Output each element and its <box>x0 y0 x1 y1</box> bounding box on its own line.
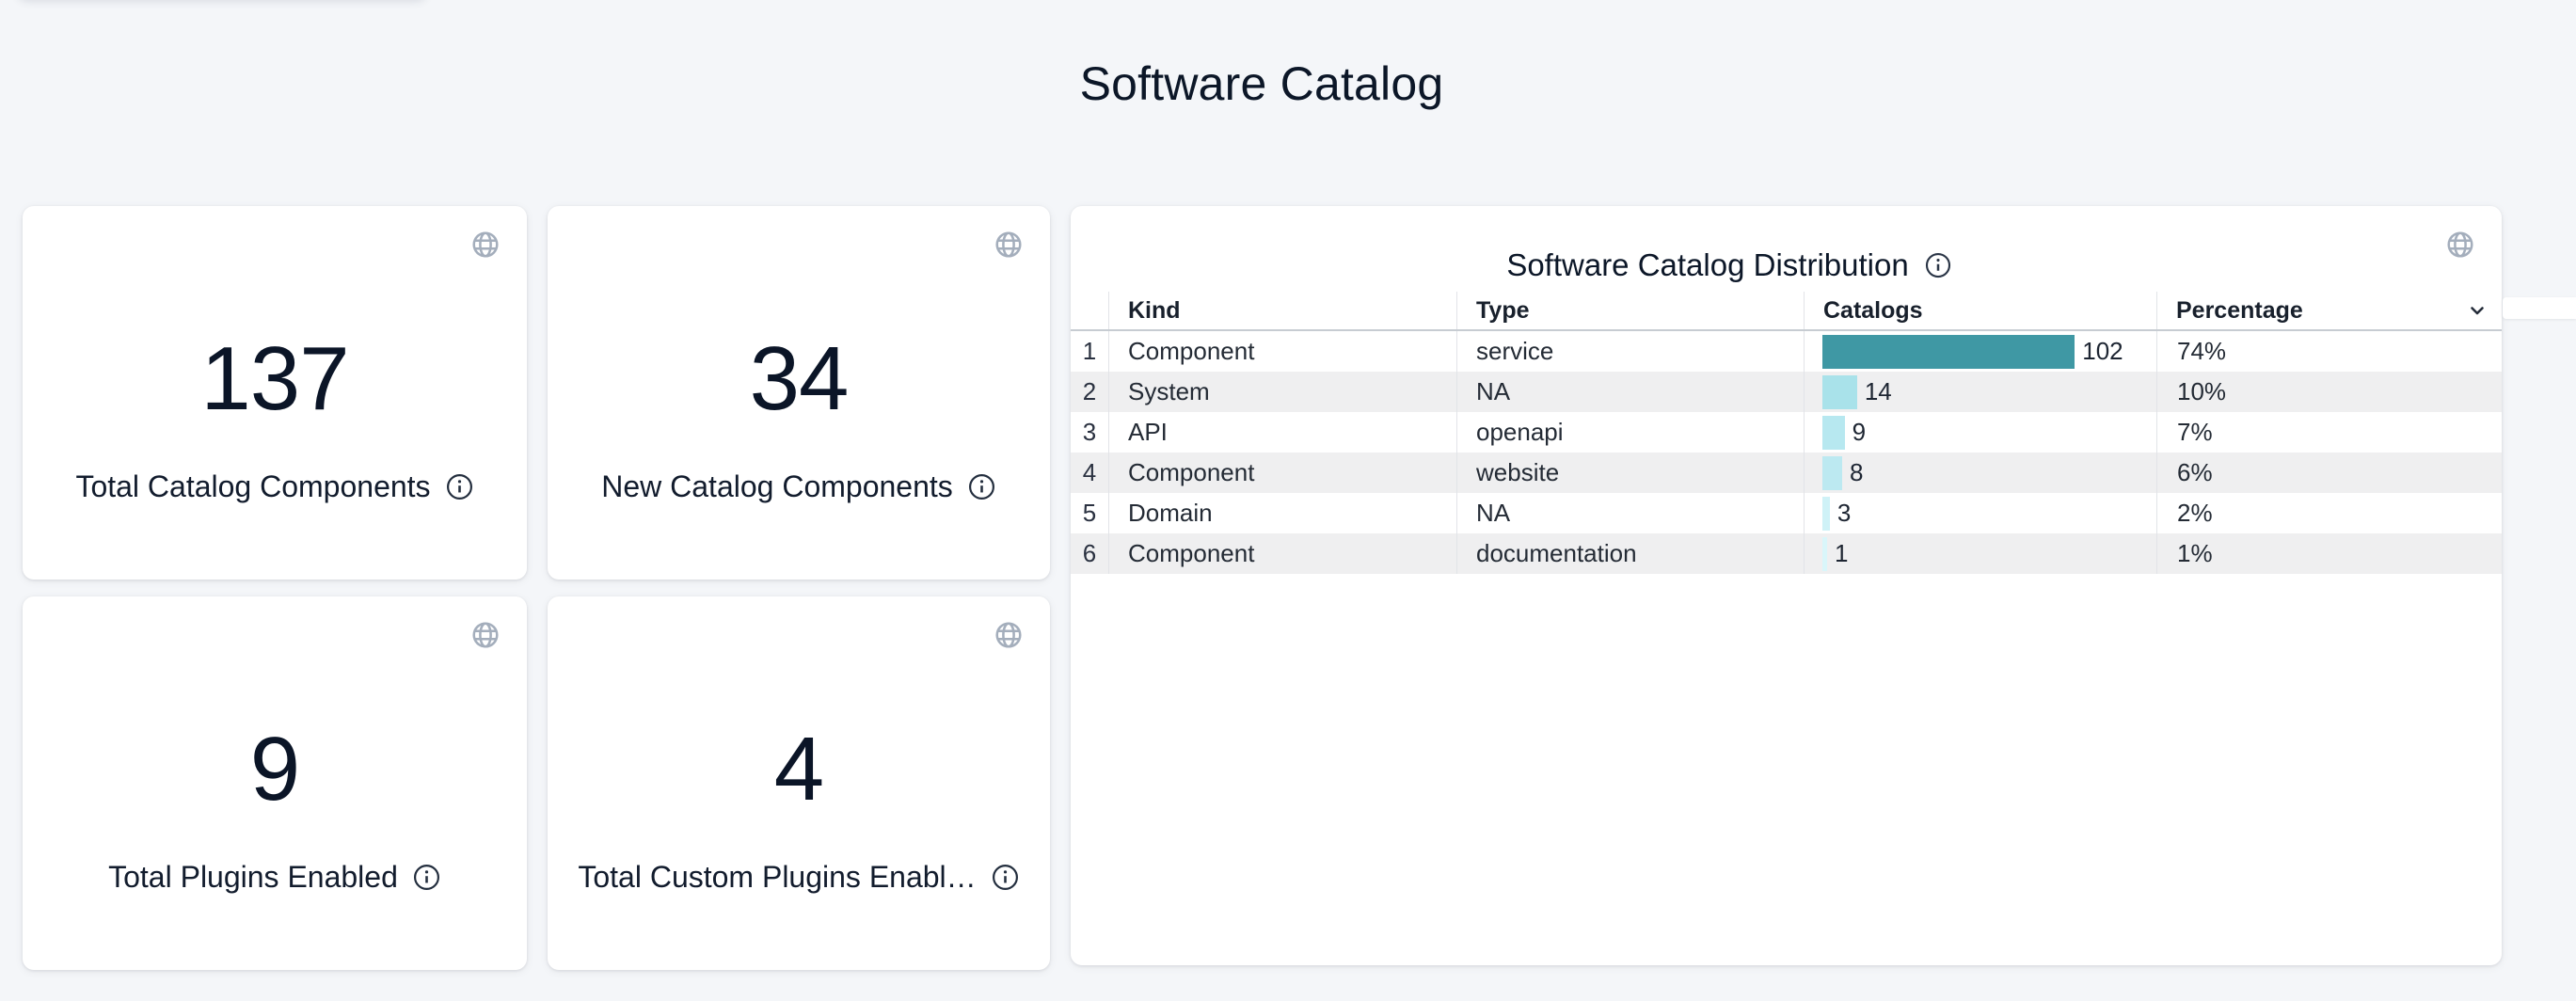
catalogs-cell: 14 <box>1804 372 2156 412</box>
info-icon[interactable] <box>412 863 441 892</box>
info-icon[interactable] <box>445 472 474 501</box>
stat-card-new-catalog-components: 34 New Catalog Components <box>548 206 1050 580</box>
stat-card-total-catalog-components: 137 Total Catalog Components <box>23 206 527 580</box>
percentage-cell: 1% <box>2156 533 2502 574</box>
globe-icon <box>470 230 501 260</box>
catalog-bar-value: 1 <box>1835 539 1848 568</box>
info-icon[interactable] <box>967 472 996 501</box>
globe-icon <box>994 620 1024 650</box>
table-row: 6 Component documentation 1 1% <box>1071 533 2502 574</box>
offscreen-card-edge <box>2503 297 2576 319</box>
kind-cell: System <box>1108 372 1456 412</box>
row-index-cell: 5 <box>1071 493 1108 533</box>
row-index-cell: 2 <box>1071 372 1108 412</box>
table-row: 4 Component website 8 6% <box>1071 453 2502 493</box>
column-header-percentage[interactable]: Percentage <box>2156 292 2502 329</box>
chevron-down-icon[interactable] <box>2466 299 2489 322</box>
catalogs-cell: 3 <box>1804 493 2156 533</box>
catalog-bar-value: 102 <box>2082 337 2123 366</box>
catalog-bar <box>1822 497 1830 531</box>
type-cell: NA <box>1456 372 1804 412</box>
type-cell: service <box>1456 331 1804 372</box>
catalog-bar <box>1822 416 1845 450</box>
software-catalog-distribution-card: Software Catalog Distribution Kind Type … <box>1071 206 2502 965</box>
table-header-row: Kind Type Catalogs Percentage <box>1071 292 2502 331</box>
type-cell: NA <box>1456 493 1804 533</box>
catalogs-cell: 9 <box>1804 412 2156 453</box>
table-row: 3 API openapi 9 7% <box>1071 412 2502 453</box>
table-row: 2 System NA 14 10% <box>1071 372 2502 412</box>
catalog-bar <box>1822 335 2075 369</box>
table-row: 5 Domain NA 3 2% <box>1071 493 2502 533</box>
catalogs-cell: 102 <box>1804 331 2156 372</box>
type-cell: openapi <box>1456 412 1804 453</box>
row-index-cell: 4 <box>1071 453 1108 493</box>
globe-icon <box>470 620 501 650</box>
column-header-catalogs[interactable]: Catalogs <box>1804 292 2156 329</box>
type-cell: website <box>1456 453 1804 493</box>
percentage-cell: 6% <box>2156 453 2502 493</box>
info-icon[interactable] <box>1924 251 1952 279</box>
catalog-bar <box>1822 537 1827 571</box>
dashboard: Software Catalog 137 Total Catalog Compo… <box>0 0 2576 1001</box>
page-title: Software Catalog <box>23 56 2501 111</box>
kind-cell: API <box>1108 412 1456 453</box>
globe-icon <box>994 230 1024 260</box>
stat-label: Total Plugins Enabled <box>108 860 398 895</box>
globe-icon <box>2445 230 2475 260</box>
row-index-cell: 6 <box>1071 533 1108 574</box>
stat-card-total-custom-plugins-enabled: 4 Total Custom Plugins Enabl… <box>548 596 1050 970</box>
kind-cell: Component <box>1108 453 1456 493</box>
column-header-kind[interactable]: Kind <box>1108 292 1456 329</box>
catalog-bar-value: 9 <box>1852 418 1866 447</box>
table-card-title: Software Catalog Distribution <box>1506 247 1908 283</box>
catalog-bar <box>1822 456 1842 490</box>
kind-cell: Domain <box>1108 493 1456 533</box>
column-header-index <box>1071 292 1108 329</box>
row-index-cell: 1 <box>1071 331 1108 372</box>
type-cell: documentation <box>1456 533 1804 574</box>
row-index-cell: 3 <box>1071 412 1108 453</box>
stat-label: Total Custom Plugins Enabl… <box>578 860 976 895</box>
kind-cell: Component <box>1108 533 1456 574</box>
catalog-bar-value: 8 <box>1850 458 1863 487</box>
catalog-bar <box>1822 375 1857 409</box>
column-header-type[interactable]: Type <box>1456 292 1804 329</box>
table-row: 1 Component service 102 74% <box>1071 331 2502 372</box>
catalog-bar-value: 14 <box>1865 377 1892 406</box>
percentage-cell: 74% <box>2156 331 2502 372</box>
percentage-cell: 7% <box>2156 412 2502 453</box>
kind-cell: Component <box>1108 331 1456 372</box>
percentage-cell: 2% <box>2156 493 2502 533</box>
catalogs-cell: 1 <box>1804 533 2156 574</box>
stat-value: 137 <box>23 326 527 432</box>
stat-value: 9 <box>23 717 527 822</box>
stat-label: New Catalog Components <box>601 469 953 504</box>
info-icon[interactable] <box>991 863 1020 892</box>
catalogs-cell: 8 <box>1804 453 2156 493</box>
catalog-bar-value: 3 <box>1837 499 1851 528</box>
percentage-cell: 10% <box>2156 372 2502 412</box>
distribution-table: Kind Type Catalogs Percentage 1 Componen… <box>1071 292 2502 574</box>
stat-value: 4 <box>548 717 1050 822</box>
stat-value: 34 <box>548 326 1050 432</box>
stat-card-total-plugins-enabled: 9 Total Plugins Enabled <box>23 596 527 970</box>
stat-label: Total Catalog Components <box>75 469 430 504</box>
